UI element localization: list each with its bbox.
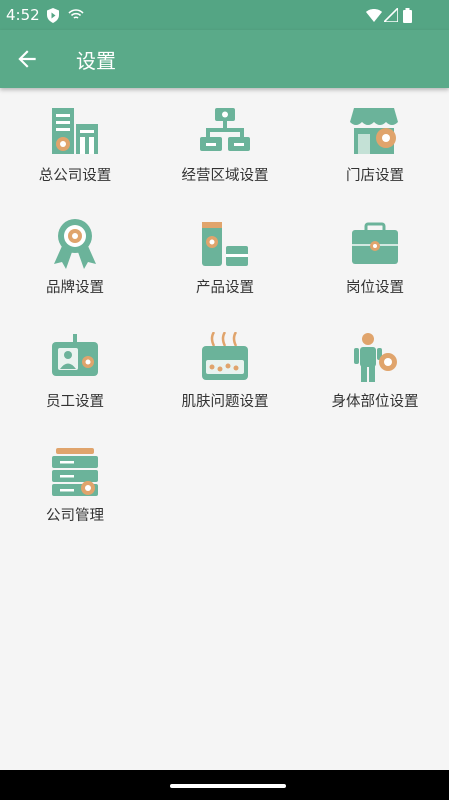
app-bar: 设置 <box>0 30 449 88</box>
setting-label: 品牌设置 <box>46 280 104 296</box>
skin-layer-icon <box>202 332 248 380</box>
store-gear-icon <box>350 108 398 154</box>
hierarchy-icon <box>200 108 250 151</box>
setting-brand[interactable]: 品牌设置 <box>0 212 150 312</box>
status-bar: 4:52 <box>0 0 449 30</box>
setting-company-management[interactable]: 公司管理 <box>0 440 150 540</box>
wifi-icon <box>366 9 382 22</box>
setting-label: 门店设置 <box>346 168 404 184</box>
battery-icon <box>403 8 412 23</box>
wifi-off-icon <box>68 9 84 19</box>
shield-play-icon <box>47 8 59 23</box>
setting-label: 公司管理 <box>46 508 104 524</box>
product-tube-icon <box>202 222 248 266</box>
cabinet-gear-icon <box>52 448 98 496</box>
setting-label: 身体部位设置 <box>331 394 419 410</box>
building-gear-icon <box>52 108 98 154</box>
signal-icon <box>384 8 398 22</box>
badge-ribbon-icon <box>54 219 96 269</box>
setting-skin-problem[interactable]: 肌肤问题设置 <box>150 326 300 426</box>
setting-product[interactable]: 产品设置 <box>150 212 300 312</box>
setting-label: 肌肤问题设置 <box>181 394 269 410</box>
employee-id-card-icon <box>52 334 98 376</box>
setting-body-part[interactable]: 身体部位设置 <box>300 326 449 426</box>
body-gear-icon <box>354 333 397 382</box>
setting-label: 员工设置 <box>46 394 104 410</box>
page-title: 设置 <box>76 49 116 73</box>
briefcase-icon <box>352 222 398 264</box>
setting-head-office[interactable]: 总公司设置 <box>0 100 150 200</box>
setting-label: 岗位设置 <box>346 280 404 296</box>
setting-employee[interactable]: 员工设置 <box>0 326 150 426</box>
arrow-back-icon[interactable] <box>14 46 40 72</box>
setting-store[interactable]: 门店设置 <box>300 100 449 200</box>
setting-label: 经营区域设置 <box>181 168 269 184</box>
status-time: 4:52 <box>6 6 40 24</box>
setting-label: 总公司设置 <box>38 168 112 184</box>
home-gesture-handle[interactable] <box>170 784 286 788</box>
setting-business-area[interactable]: 经营区域设置 <box>150 100 300 200</box>
navigation-bar <box>0 770 449 800</box>
setting-label: 产品设置 <box>196 280 254 296</box>
setting-position[interactable]: 岗位设置 <box>300 212 449 312</box>
